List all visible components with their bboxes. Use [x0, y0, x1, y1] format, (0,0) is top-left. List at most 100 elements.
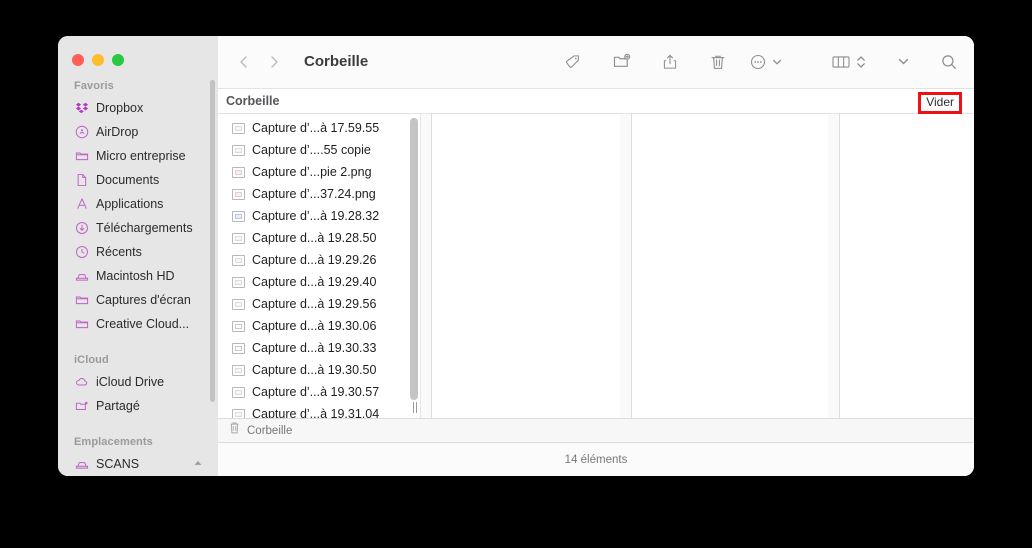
file-name: Capture d’...37.24.png	[252, 187, 376, 201]
path-bar-title: Corbeille	[226, 94, 280, 108]
file-list-scrollbar-thumb[interactable]	[410, 118, 418, 400]
sidebar-item-label: Documents	[96, 173, 160, 187]
cloud-icon	[74, 375, 89, 390]
column-shade	[828, 114, 839, 418]
column-shade	[620, 114, 631, 418]
grip-line	[412, 402, 414, 413]
list-item[interactable]: Capture d’...37.24.png	[218, 183, 406, 205]
status-bar: 14 éléments	[218, 442, 974, 476]
sidebar-item-dropbox[interactable]: Dropbox	[58, 96, 218, 120]
preview-column-2	[632, 114, 828, 418]
file-name: Capture d’...à 19.31.04	[252, 407, 380, 418]
sidebar-item-telechargements[interactable]: Téléchargements	[58, 216, 218, 240]
more-actions-chevron-down-icon[interactable]	[771, 47, 783, 77]
screenshot-icon	[232, 386, 245, 398]
preview-column-1	[432, 114, 620, 418]
sidebar-item-scans[interactable]: SCANS	[58, 452, 218, 476]
list-item[interactable]: Capture d’...à 19.28.32	[218, 205, 406, 227]
list-item[interactable]: Capture d’...à 19.31.04	[218, 403, 406, 418]
sidebar-divider	[58, 336, 218, 346]
sidebar-item-micro-entreprise[interactable]: Micro entreprise	[58, 144, 218, 168]
screenshot-icon	[232, 276, 245, 288]
sidebar-item-captures-decran[interactable]: Captures d'écran	[58, 288, 218, 312]
list-item[interactable]: Capture d’...à 17.59.55	[218, 117, 406, 139]
sidebar-item-icloud-drive[interactable]: iCloud Drive	[58, 370, 218, 394]
harddisk-icon	[74, 269, 89, 284]
minimize-button[interactable]	[92, 54, 104, 66]
clock-icon	[74, 245, 89, 260]
sidebar-item-macintosh-hd[interactable]: Macintosh HD	[58, 264, 218, 288]
search-icon[interactable]	[940, 47, 958, 77]
close-button[interactable]	[72, 54, 84, 66]
screenshot-icon	[232, 320, 245, 332]
sidebar-item-label: SCANS	[96, 457, 140, 471]
sidebar-item-label: Captures d'écran	[96, 293, 191, 307]
list-item[interactable]: Capture d...à 19.30.33	[218, 337, 406, 359]
breadcrumb: Corbeille	[218, 418, 974, 442]
group-by-chevron-down-icon[interactable]	[897, 47, 910, 77]
folder-icon	[74, 317, 89, 332]
screenshot-icon	[232, 342, 245, 354]
forward-button[interactable]	[266, 54, 282, 70]
list-item[interactable]: Capture d’...à 19.30.57	[218, 381, 406, 403]
list-item[interactable]: Capture d...à 19.29.40	[218, 271, 406, 293]
list-item[interactable]: Capture d’....55 copie	[218, 139, 406, 161]
more-actions-icon[interactable]	[749, 47, 767, 77]
sidebar-item-airdrop[interactable]: AirDrop	[58, 120, 218, 144]
file-list-column: Capture d’...à 17.59.55 Capture d’....55…	[218, 114, 406, 418]
share-icon[interactable]	[661, 47, 679, 77]
sidebar-scrollbar[interactable]	[210, 80, 215, 402]
applications-icon	[74, 197, 89, 212]
column-resize-handle[interactable]	[410, 401, 419, 414]
view-stepper-icon[interactable]	[855, 47, 867, 77]
breadcrumb-label: Corbeille	[247, 424, 293, 437]
sidebar-section-favoris: Favoris	[74, 80, 114, 92]
new-folder-icon[interactable]	[612, 47, 631, 77]
sidebar-item-label: Récents	[96, 245, 142, 259]
shared-folder-icon	[74, 399, 89, 414]
eject-icon[interactable]	[192, 458, 204, 473]
screenshot-icon	[232, 166, 245, 178]
empty-trash-button[interactable]: Vider	[918, 92, 962, 114]
back-button[interactable]	[236, 54, 252, 70]
file-name: Capture d’...à 19.30.57	[252, 385, 380, 399]
sidebar-divider	[58, 418, 218, 428]
list-item[interactable]: Capture d...à 19.30.50	[218, 359, 406, 381]
list-item[interactable]: Capture d...à 19.29.26	[218, 249, 406, 271]
screenshot-icon	[232, 210, 245, 222]
file-list-scrollbar[interactable]	[407, 114, 421, 418]
sidebar-item-label: Applications	[96, 197, 164, 211]
file-name: Capture d...à 19.30.06	[252, 319, 377, 333]
folder-icon	[74, 293, 89, 308]
grip-line	[415, 402, 417, 413]
sidebar-item-applications[interactable]: Applications	[58, 192, 218, 216]
file-name: Capture d’....55 copie	[252, 143, 371, 157]
screenshot-icon	[232, 254, 245, 266]
item-count-label: 14 éléments	[564, 453, 628, 466]
list-item[interactable]: Capture d’...pie 2.png	[218, 161, 406, 183]
column-view-icon[interactable]	[831, 47, 851, 77]
list-item[interactable]: Capture d...à 19.30.06	[218, 315, 406, 337]
zoom-button[interactable]	[112, 54, 124, 66]
tag-icon[interactable]	[564, 47, 582, 77]
sidebar-item-creative-cloud[interactable]: Creative Cloud...	[58, 312, 218, 336]
list-item[interactable]: Capture d...à 19.28.50	[218, 227, 406, 249]
disk-icon	[74, 457, 89, 472]
sidebar-section-emplacements: Emplacements	[74, 436, 153, 448]
sidebar-item-recents[interactable]: Récents	[58, 240, 218, 264]
document-icon	[74, 173, 89, 188]
column-view: Capture d’...à 17.59.55 Capture d’....55…	[218, 114, 974, 418]
finder-window: Favoris Dropbox AirDrop Micro entreprise	[58, 36, 974, 476]
sidebar-item-label: Micro entreprise	[96, 149, 186, 163]
list-item[interactable]: Capture d...à 19.29.56	[218, 293, 406, 315]
trash-icon	[228, 421, 241, 440]
trash-icon[interactable]	[709, 47, 727, 77]
file-name: Capture d...à 19.30.50	[252, 363, 377, 377]
sidebar-item-partage[interactable]: Partagé	[58, 394, 218, 418]
sidebar-section-icloud: iCloud	[74, 354, 109, 366]
downloads-icon	[74, 221, 89, 236]
file-name: Capture d...à 19.29.56	[252, 297, 377, 311]
file-name: Capture d...à 19.28.50	[252, 231, 377, 245]
sidebar-item-label: Dropbox	[96, 101, 144, 115]
sidebar-item-documents[interactable]: Documents	[58, 168, 218, 192]
